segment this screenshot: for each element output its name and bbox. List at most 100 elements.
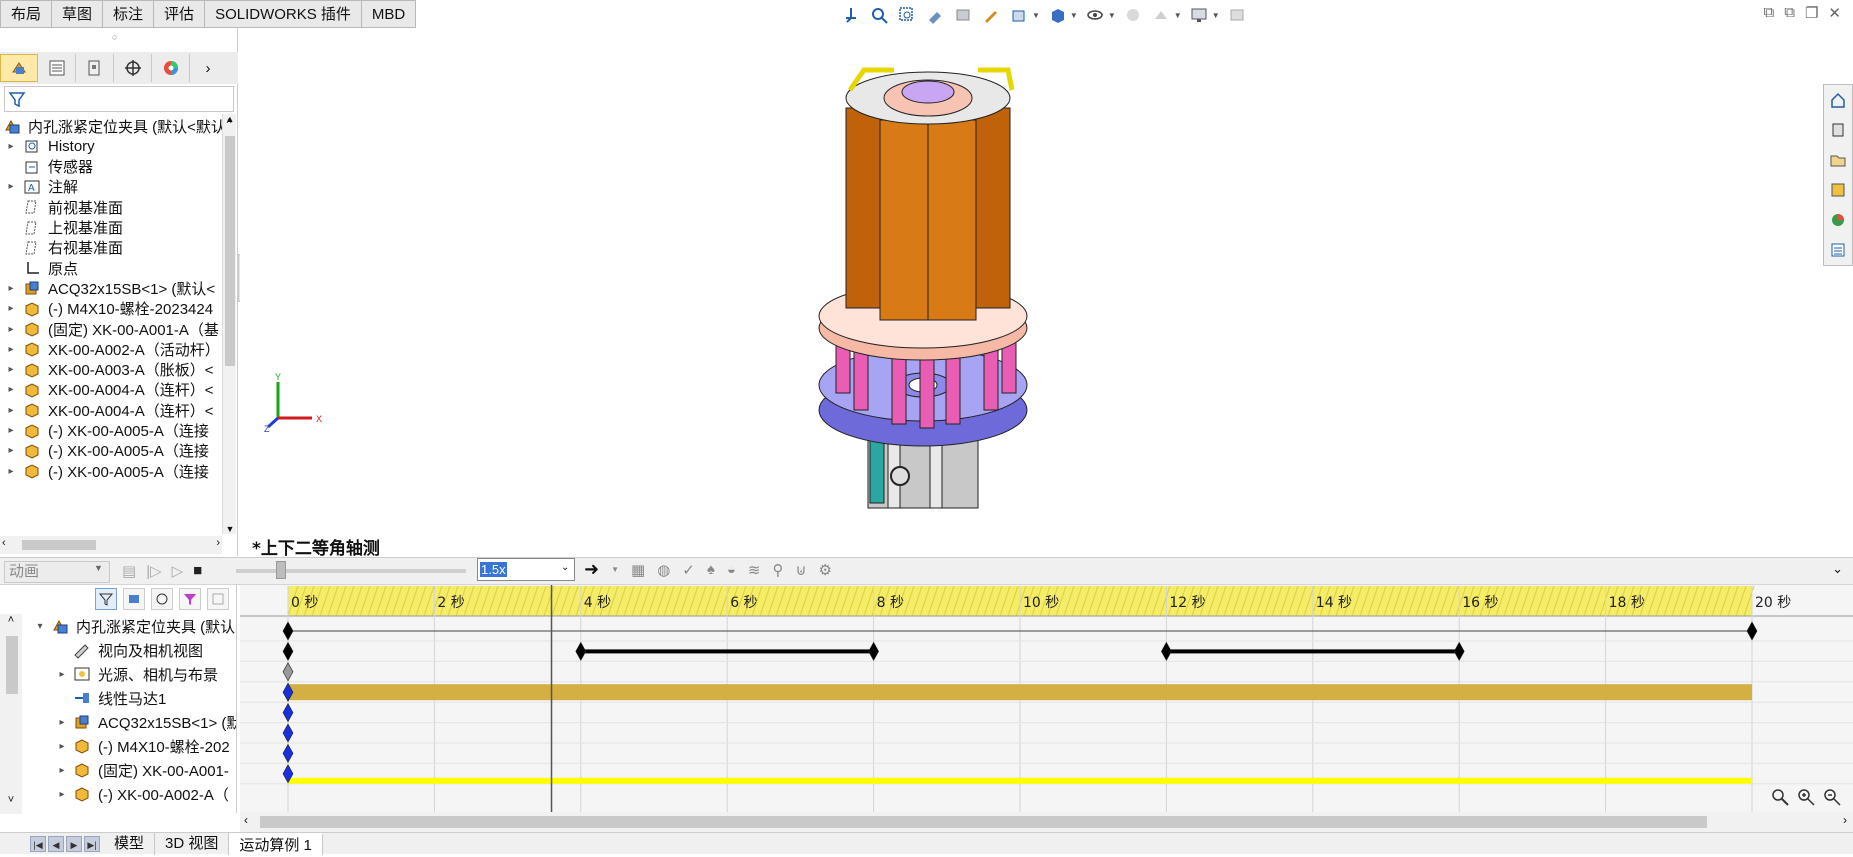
restore-icon[interactable]: ❐ <box>1805 4 1818 22</box>
motion-tree-item[interactable]: ▸ 光源、相机与布景 <box>22 662 218 686</box>
scroll-thumb[interactable] <box>22 540 96 550</box>
chevron-down-icon[interactable]: ▼ <box>1070 11 1078 20</box>
panel-grip-icon[interactable]: ○ <box>112 32 117 42</box>
first-tab-icon[interactable]: |◀ <box>30 835 46 852</box>
timeline-horizontal-scrollbar[interactable]: ‹ › <box>240 812 1853 832</box>
tree-filter[interactable] <box>4 86 234 112</box>
motion-tree-vertical-scrollbar[interactable]: ˄ ˅ <box>0 614 22 814</box>
chevron-down-icon[interactable]: ▼ <box>611 565 619 574</box>
motion-tree-item[interactable]: ▾ 内孔涨紧定位夹具 (默认 <box>22 614 235 638</box>
scroll-down-icon[interactable]: ▼ <box>223 524 237 534</box>
collapse-icon[interactable]: ˄ <box>222 116 236 127</box>
chevron-down-icon[interactable]: ▼ <box>1108 11 1116 20</box>
expand-arrow-icon[interactable]: ▸ <box>0 405 22 416</box>
tab-mbd[interactable]: MBD <box>361 0 417 28</box>
scroll-thumb[interactable] <box>6 636 18 694</box>
scroll-thumb[interactable] <box>225 136 235 366</box>
autokey-icon[interactable]: ✓ <box>682 561 695 579</box>
expand-arrow-icon[interactable]: ▾ <box>30 621 50 632</box>
zoom-to-fit-icon[interactable] <box>868 4 890 26</box>
expand-arrow-icon[interactable]: ▸ <box>52 741 72 752</box>
edit-appearance-icon[interactable] <box>1122 4 1144 26</box>
tree-item[interactable]: ▸ (-) XK-00-A005-A（连接 <box>0 459 208 483</box>
calculate-icon[interactable]: ▤ <box>122 562 136 580</box>
slider-knob[interactable] <box>276 561 286 579</box>
motion-timeline[interactable]: 0 秒 2 秒 4 秒 6 秒 8 秒 10 秒 12 秒 14 秒 16 秒 18 秒 20 秒 <box>240 585 1853 813</box>
expand-arrow-icon[interactable]: ▸ <box>0 364 22 375</box>
contact-icon[interactable]: ⚲ <box>772 561 783 579</box>
motion-tree-item[interactable]: ▸ (-) M4X10-螺栓-202 <box>22 734 229 758</box>
zoom-to-area-icon[interactable] <box>896 4 918 26</box>
tab-evaluate[interactable]: 评估 <box>154 0 206 28</box>
motion-tree-item[interactable]: ▸ (-) XK-00-A002-A（ <box>22 782 228 806</box>
tab-solidworks-addins[interactable]: SOLIDWORKS 插件 <box>205 0 362 28</box>
view-orientation-icon[interactable] <box>840 4 862 26</box>
scroll-up-icon[interactable]: ˄ <box>0 614 22 626</box>
study-properties-icon[interactable]: ⚙ <box>818 561 831 579</box>
expand-arrow-icon[interactable]: ▸ <box>0 303 22 314</box>
chevron-down-icon[interactable]: ▼ <box>1174 11 1182 20</box>
chevron-down-icon[interactable]: ▼ <box>1212 11 1220 20</box>
view-palette-icon[interactable] <box>1824 175 1852 205</box>
collapse-all-icon[interactable] <box>207 588 229 610</box>
tile-right-icon[interactable]: ⧉ <box>1784 4 1795 22</box>
play-icon[interactable]: ▷ <box>172 562 184 580</box>
zoom-in-icon[interactable] <box>1796 787 1816 811</box>
display-style-icon[interactable] <box>1046 4 1068 26</box>
chevron-down-icon[interactable]: ⌄ <box>561 562 569 573</box>
filter-animated-icon[interactable] <box>95 588 117 610</box>
graphics-area[interactable]: Y X Z <box>240 28 1853 558</box>
add-key-icon[interactable]: ♠ <box>707 561 715 578</box>
expand-arrow-icon[interactable]: ▸ <box>0 445 22 456</box>
dimxpert-manager-tab-icon[interactable] <box>114 54 152 82</box>
tree-vertical-scrollbar[interactable]: ▲ ▼ <box>222 114 236 534</box>
section-view-icon[interactable] <box>952 4 974 26</box>
tile-left-icon[interactable]: ⧉ <box>1764 4 1775 22</box>
expand-arrow-icon[interactable]: ▸ <box>0 425 22 436</box>
filter-driving-icon[interactable] <box>123 588 145 610</box>
chevron-down-icon[interactable]: ▼ <box>94 563 103 573</box>
configuration-manager-tab-icon[interactable] <box>76 54 114 82</box>
motion-tree-item[interactable]: ▸ ACQ32x15SB<1> (默 <box>22 710 236 734</box>
view-settings-icon[interactable] <box>1008 4 1030 26</box>
motion-tree-item[interactable]: 视向及相机视图 <box>22 638 203 662</box>
gravity-icon[interactable]: ⊍ <box>795 561 806 579</box>
tab-model[interactable]: 模型 <box>104 832 156 855</box>
motion-tree-item[interactable]: ▸ (固定) XK-00-A001- <box>22 758 228 782</box>
filter-selected-icon[interactable] <box>151 588 173 610</box>
expand-arrow-icon[interactable]: ▸ <box>52 669 72 680</box>
apply-scene-icon[interactable] <box>1150 4 1172 26</box>
scroll-down-icon[interactable]: ˅ <box>0 794 22 806</box>
tree-horizontal-scrollbar[interactable]: ‹ › <box>0 536 222 554</box>
dynamic-annotation-icon[interactable] <box>980 4 1002 26</box>
expand-arrow-icon[interactable]: ▸ <box>0 466 22 477</box>
chevron-right-icon[interactable]: › <box>190 60 226 77</box>
tab-annotation[interactable]: 标注 <box>103 0 155 28</box>
expand-arrow-icon[interactable]: ▸ <box>0 283 22 294</box>
file-explorer-icon[interactable] <box>1824 145 1852 175</box>
scroll-left-icon[interactable]: ‹ <box>244 813 248 827</box>
previous-view-icon[interactable] <box>924 4 946 26</box>
chevron-down-icon[interactable]: ▼ <box>1032 11 1040 20</box>
tab-3d-view[interactable]: 3D 视图 <box>155 832 230 855</box>
playback-slider[interactable] <box>236 561 466 579</box>
hide-show-items-icon[interactable] <box>1084 4 1106 26</box>
expand-arrow-icon[interactable]: ▸ <box>0 384 22 395</box>
scroll-thumb[interactable] <box>260 816 1707 828</box>
stop-icon[interactable]: ■ <box>193 562 202 580</box>
realview-icon[interactable] <box>1226 4 1248 26</box>
home-icon[interactable] <box>1824 85 1852 115</box>
close-icon[interactable]: ✕ <box>1828 4 1841 22</box>
expand-arrow-icon[interactable]: ▸ <box>0 141 22 152</box>
zoom-out-icon[interactable] <box>1822 787 1842 811</box>
expand-arrow-icon[interactable]: ▸ <box>0 344 22 355</box>
motion-tree-item[interactable]: 线性马达1 <box>22 686 166 710</box>
prev-tab-icon[interactable]: ◀ <box>48 835 64 852</box>
appearances-icon[interactable] <box>1824 205 1852 235</box>
next-tab-icon[interactable]: ▶ <box>66 835 82 852</box>
scroll-right-icon[interactable]: › <box>1843 813 1847 827</box>
design-library-icon[interactable] <box>1824 115 1852 145</box>
play-from-start-icon[interactable]: |▷ <box>146 562 161 580</box>
animation-wizard-icon[interactable]: ◍ <box>657 561 670 579</box>
save-animation-icon[interactable]: ▦ <box>631 561 645 579</box>
